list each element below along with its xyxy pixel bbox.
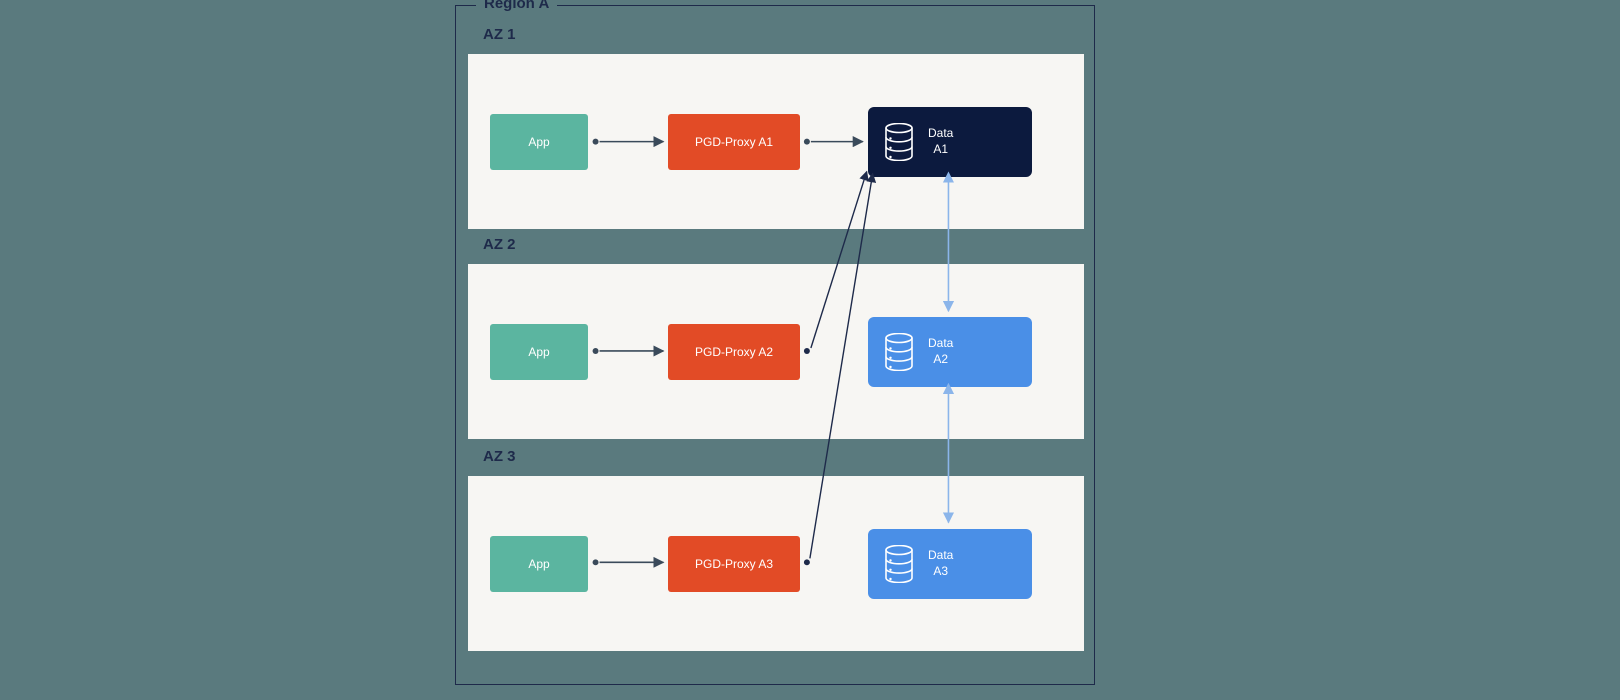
proxy-node: PGD-Proxy A1 [668, 114, 800, 170]
database-icon [884, 545, 914, 583]
app-node: App [490, 536, 588, 592]
proxy-node: PGD-Proxy A2 [668, 324, 800, 380]
az-label: AZ 3 [483, 448, 516, 465]
az-label: AZ 1 [483, 26, 516, 43]
data-node-replica: DataA3 [868, 529, 1032, 599]
region-label: Region A [476, 0, 557, 12]
az-label: AZ 2 [483, 236, 516, 253]
availability-zone-1: AZ 1 App PGD-Proxy A1 DataA1 [468, 54, 1084, 229]
app-node: App [490, 114, 588, 170]
proxy-node: PGD-Proxy A3 [668, 536, 800, 592]
app-node: App [490, 324, 588, 380]
data-label: DataA3 [928, 548, 953, 579]
database-icon [884, 333, 914, 371]
data-label: DataA2 [928, 336, 953, 367]
data-label: DataA1 [928, 126, 953, 157]
data-node-replica: DataA2 [868, 317, 1032, 387]
availability-zone-3: AZ 3 App PGD-Proxy A3 DataA3 [468, 476, 1084, 651]
availability-zone-2: AZ 2 App PGD-Proxy A2 DataA2 [468, 264, 1084, 439]
region-container: Region A AZ 1 App PGD-Proxy A1 DataA1 AZ… [455, 5, 1095, 685]
database-icon [884, 123, 914, 161]
data-node-primary: DataA1 [868, 107, 1032, 177]
